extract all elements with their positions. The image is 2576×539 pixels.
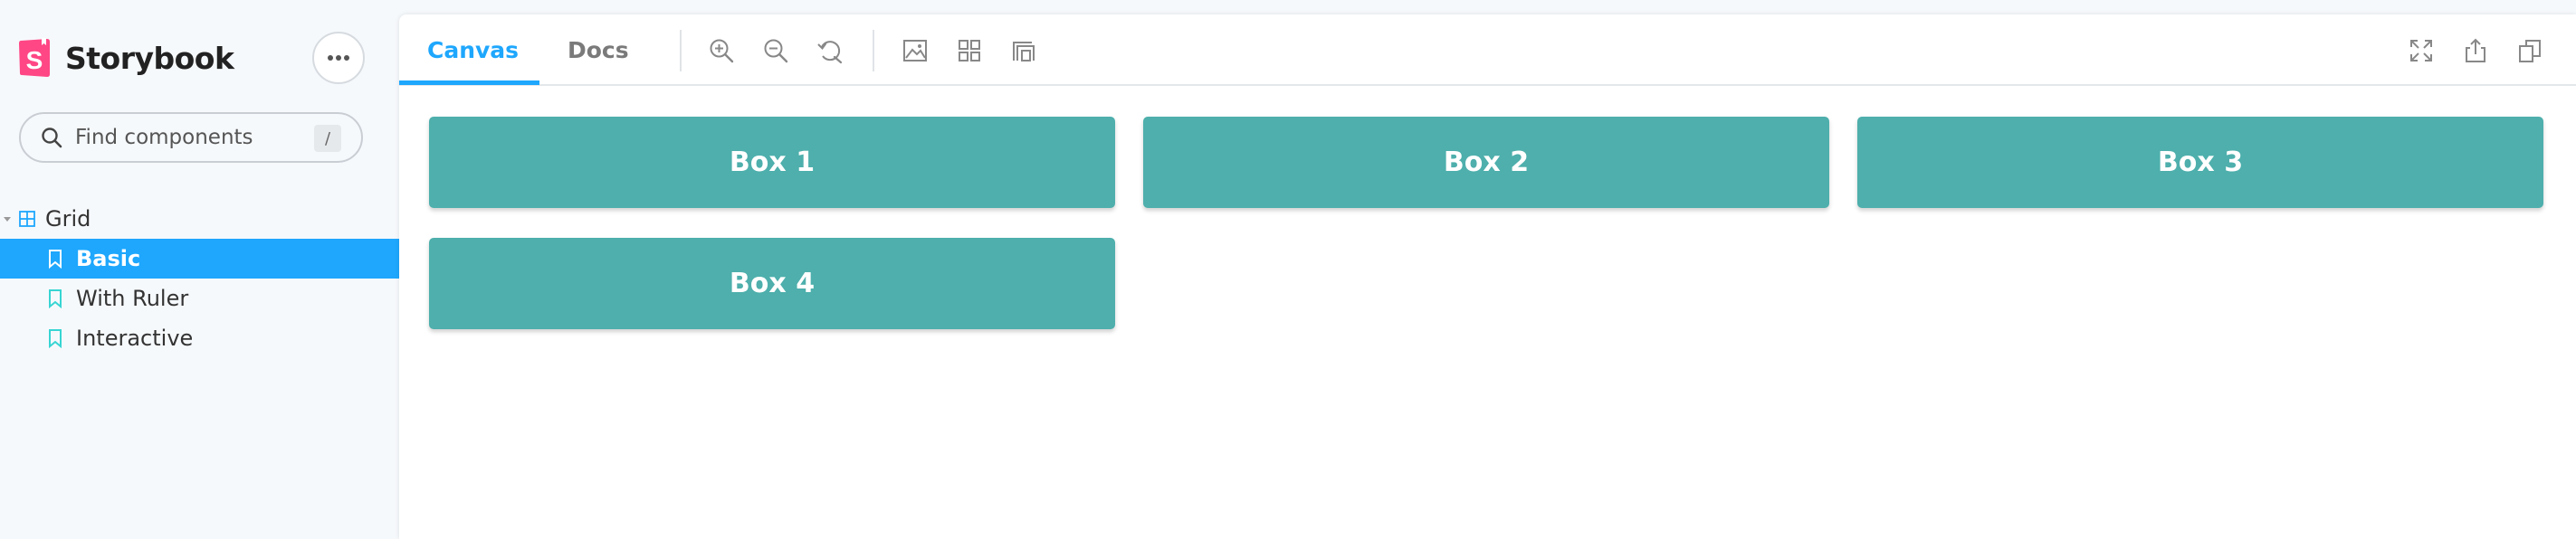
story-tree: Grid Basic With Ruler Interactive [0, 199, 399, 358]
search-icon [42, 128, 62, 148]
copy-link-icon [2519, 40, 2541, 62]
toolbar-divider [680, 30, 682, 71]
caret-down-icon [4, 217, 11, 222]
copy-link-button[interactable] [2514, 35, 2545, 66]
grid-box-3: Box 3 [1857, 117, 2543, 208]
preview-panel: Canvas Docs Box 1 Box 2 Box 3 Box 4 [399, 14, 2576, 539]
zoom-reset-button[interactable] [815, 35, 845, 66]
grid-box-4: Box 4 [429, 238, 1115, 329]
open-in-new-tab-button[interactable] [2460, 35, 2491, 66]
search-input[interactable] [75, 126, 310, 149]
toolbar: Canvas Docs [399, 14, 2576, 86]
storybook-logo-icon: S [19, 38, 50, 77]
fullscreen-icon [2410, 40, 2432, 61]
search-shortcut-key: / [314, 125, 341, 152]
active-tab-indicator [399, 80, 539, 85]
outline-icon [1013, 42, 1035, 61]
tab-canvas[interactable]: Canvas [427, 14, 519, 86]
background-icon [903, 40, 927, 61]
outline-button[interactable] [1008, 35, 1039, 66]
tree-item-label: Interactive [76, 326, 194, 351]
brand-name: Storybook [65, 40, 234, 76]
share-icon [2466, 38, 2485, 62]
component-icon [19, 211, 35, 227]
bookmark-icon [49, 329, 62, 348]
grid-icon [959, 40, 980, 61]
grid-button[interactable] [954, 35, 985, 66]
zoom-out-button[interactable] [760, 35, 791, 66]
tree-item-label: Basic [76, 246, 141, 271]
story-canvas: Box 1 Box 2 Box 3 Box 4 [399, 88, 2576, 539]
more-horizontal-icon [328, 55, 349, 61]
sidebar-menu-button[interactable] [312, 32, 365, 84]
zoom-reset-icon [817, 41, 843, 64]
tree-item-basic[interactable]: Basic [0, 239, 399, 279]
background-button[interactable] [900, 35, 930, 66]
svg-text:S: S [26, 46, 43, 74]
tab-docs[interactable]: Docs [568, 14, 629, 86]
grid-box-2: Box 2 [1143, 117, 1829, 208]
tree-group-label: Grid [45, 206, 91, 232]
zoom-in-button[interactable] [706, 35, 737, 66]
tree-item-with-ruler[interactable]: With Ruler [0, 279, 399, 318]
tree-item-label: With Ruler [76, 286, 189, 311]
tree-group-grid[interactable]: Grid [0, 199, 399, 239]
tree-item-interactive[interactable]: Interactive [0, 318, 399, 358]
zoom-out-icon [764, 39, 788, 63]
fullscreen-button[interactable] [2406, 35, 2437, 66]
zoom-in-icon [710, 39, 734, 63]
grid-box-1: Box 1 [429, 117, 1115, 208]
brand[interactable]: S Storybook [18, 36, 234, 80]
search-box[interactable]: / [19, 112, 363, 163]
bookmark-icon [49, 289, 62, 308]
toolbar-divider [873, 30, 874, 71]
bookmark-icon [49, 250, 62, 269]
sidebar: S Storybook / Grid [0, 0, 399, 539]
